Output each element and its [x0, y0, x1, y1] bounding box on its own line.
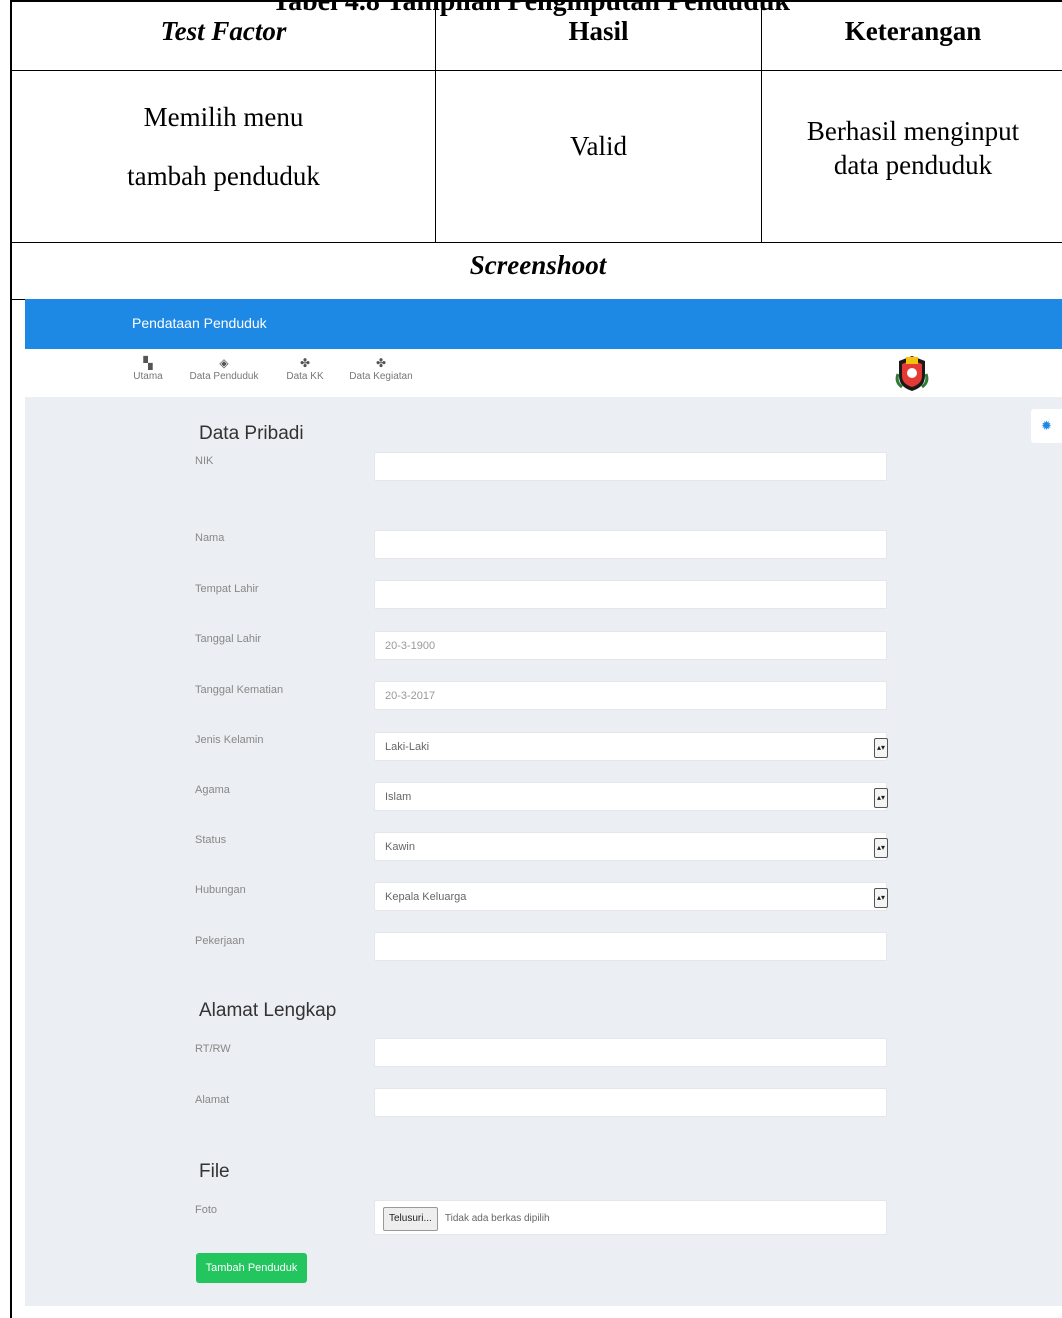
app-title[interactable]: Pendataan Penduduk: [132, 315, 267, 331]
tempat-lahir-input[interactable]: [374, 580, 887, 609]
alamat-label: Alamat: [195, 1094, 230, 1106]
table-rule: [12, 242, 1062, 243]
nama-label: Nama: [195, 532, 225, 544]
nav-label: Data Kegiatan: [349, 371, 413, 382]
keterangan-line1: Berhasil menginput: [806, 116, 1020, 146]
hasil-value: Valid: [570, 131, 627, 161]
browse-button[interactable]: Telusuri...: [383, 1207, 438, 1231]
rt-rw-label: RT/RW: [195, 1043, 231, 1055]
test-factor-line1: Memilih menu: [143, 102, 304, 132]
table-rule: [12, 70, 1062, 71]
puzzle-icon: ✤: [375, 356, 387, 370]
nama-input[interactable]: [374, 530, 887, 559]
jenis-kelamin-value: Laki-Laki: [385, 741, 430, 753]
file-status: Tidak ada berkas dipilih: [444, 1213, 550, 1224]
status-value: Kawin: [385, 841, 415, 853]
nav-label: Utama: [133, 371, 163, 382]
layers-icon: ◈: [219, 356, 229, 370]
header-test-factor: Test Factor: [160, 16, 287, 46]
settings-gear-icon[interactable]: ✹: [1031, 409, 1062, 443]
tanggal-kematian-label: Tanggal Kematian: [195, 684, 284, 696]
tanggal-lahir-label: Tanggal Lahir: [195, 633, 262, 645]
app-screenshot: Pendataan Penduduk ▚ Utama ◈ Data Pendud…: [25, 299, 1062, 1306]
select-arrow-icon: ▴▾: [874, 888, 888, 908]
status-select[interactable]: Kawin ▴▾: [374, 832, 888, 861]
top-bar: Pendataan Penduduk: [25, 299, 1062, 349]
test-factor-line2: tambah penduduk: [127, 161, 320, 191]
tambah-penduduk-button[interactable]: Tambah Penduduk: [196, 1253, 307, 1283]
pekerjaan-input[interactable]: [374, 932, 887, 961]
header-keterangan: Keterangan: [844, 16, 982, 46]
foto-file-input[interactable]: Telusuri... Tidak ada berkas dipilih: [374, 1200, 887, 1235]
alamat-input[interactable]: [374, 1088, 887, 1117]
nav-data-kk[interactable]: ✤ Data KK: [283, 355, 327, 382]
select-arrow-icon: ▴▾: [874, 738, 888, 758]
hubungan-label: Hubungan: [195, 884, 246, 896]
nik-label: NIK: [195, 455, 214, 467]
status-label: Status: [195, 834, 227, 846]
jenis-kelamin-select[interactable]: Laki-Laki ▴▾: [374, 732, 888, 761]
nav-label: Data KK: [286, 371, 324, 382]
dashboard-icon: ▚: [143, 356, 153, 370]
select-arrow-icon: ▴▾: [874, 838, 888, 858]
section-alamat-lengkap: Alamat Lengkap: [199, 1000, 337, 1021]
foto-label: Foto: [195, 1204, 218, 1216]
header-hasil: Hasil: [568, 16, 629, 46]
pekerjaan-label: Pekerjaan: [195, 935, 245, 947]
nav-data-kegiatan[interactable]: ✤ Data Kegiatan: [345, 355, 417, 382]
nav-utama[interactable]: ▚ Utama: [131, 355, 165, 382]
agama-value: Islam: [385, 791, 412, 803]
section-data-pribadi: Data Pribadi: [199, 423, 304, 444]
nav-label: Data Penduduk: [189, 371, 259, 382]
hubungan-select[interactable]: Kepala Keluarga ▴▾: [374, 882, 888, 911]
nav-data-penduduk[interactable]: ◈ Data Penduduk: [188, 355, 260, 382]
tanggal-lahir-input[interactable]: 20-3-1900: [374, 631, 887, 660]
hubungan-value: Kepala Keluarga: [385, 891, 467, 903]
tanggal-kematian-input[interactable]: 20-3-2017: [374, 681, 887, 710]
tempat-lahir-label: Tempat Lahir: [195, 583, 259, 595]
section-file: File: [199, 1161, 230, 1182]
keterangan-line2: data penduduk: [833, 150, 993, 180]
agama-label: Agama: [195, 784, 230, 796]
puzzle-icon: ✤: [299, 356, 311, 370]
jenis-kelamin-label: Jenis Kelamin: [195, 734, 264, 746]
nik-input[interactable]: [374, 452, 887, 481]
screenshot-label: Screenshoot: [469, 250, 607, 280]
rt-rw-input[interactable]: [374, 1038, 887, 1067]
regency-logo: [895, 356, 929, 391]
select-arrow-icon: ▴▾: [874, 788, 888, 808]
agama-select[interactable]: Islam ▴▾: [374, 782, 888, 811]
